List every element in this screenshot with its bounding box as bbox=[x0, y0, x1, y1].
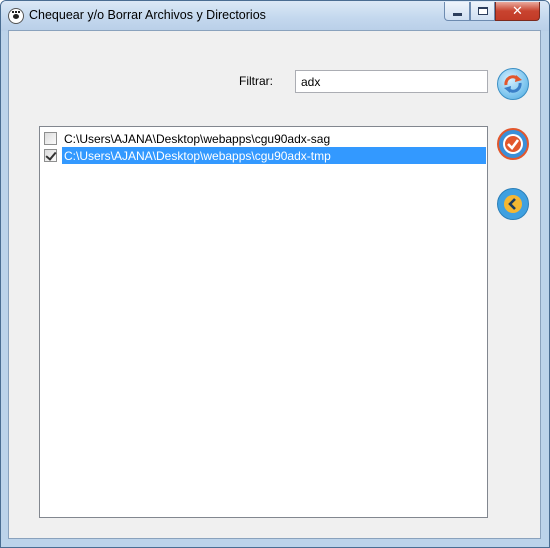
check-button[interactable] bbox=[497, 128, 529, 160]
item-path: C:\Users\AJANA\Desktop\webapps\cgu90adx-… bbox=[64, 148, 331, 163]
back-button[interactable] bbox=[497, 188, 529, 220]
file-list[interactable]: C:\Users\AJANA\Desktop\webapps\cgu90adx-… bbox=[39, 126, 488, 518]
close-icon: ✕ bbox=[512, 3, 523, 18]
refresh-icon bbox=[504, 75, 522, 93]
item-checkbox[interactable] bbox=[44, 132, 57, 145]
filter-input[interactable] bbox=[295, 70, 488, 93]
window-title: Chequear y/o Borrar Archivos y Directori… bbox=[29, 8, 266, 22]
maximize-button[interactable] bbox=[470, 2, 495, 21]
app-icon bbox=[8, 8, 24, 24]
title-bar[interactable]: Chequear y/o Borrar Archivos y Directori… bbox=[1, 1, 549, 31]
maximize-icon bbox=[477, 7, 488, 15]
refresh-button[interactable] bbox=[497, 68, 529, 100]
minimize-button[interactable] bbox=[444, 2, 470, 21]
back-arrow-icon bbox=[504, 195, 522, 213]
list-item-selected[interactable]: C:\Users\AJANA\Desktop\webapps\cgu90adx-… bbox=[41, 147, 487, 164]
close-button[interactable]: ✕ bbox=[495, 2, 540, 21]
minimize-icon bbox=[452, 13, 462, 16]
check-circle-icon bbox=[503, 134, 523, 154]
filter-label: Filtrar: bbox=[239, 74, 273, 88]
item-path: C:\Users\AJANA\Desktop\webapps\cgu90adx-… bbox=[64, 131, 331, 146]
list-item[interactable]: C:\Users\AJANA\Desktop\webapps\cgu90adx-… bbox=[41, 130, 487, 147]
item-checkbox-checked[interactable] bbox=[44, 149, 57, 162]
